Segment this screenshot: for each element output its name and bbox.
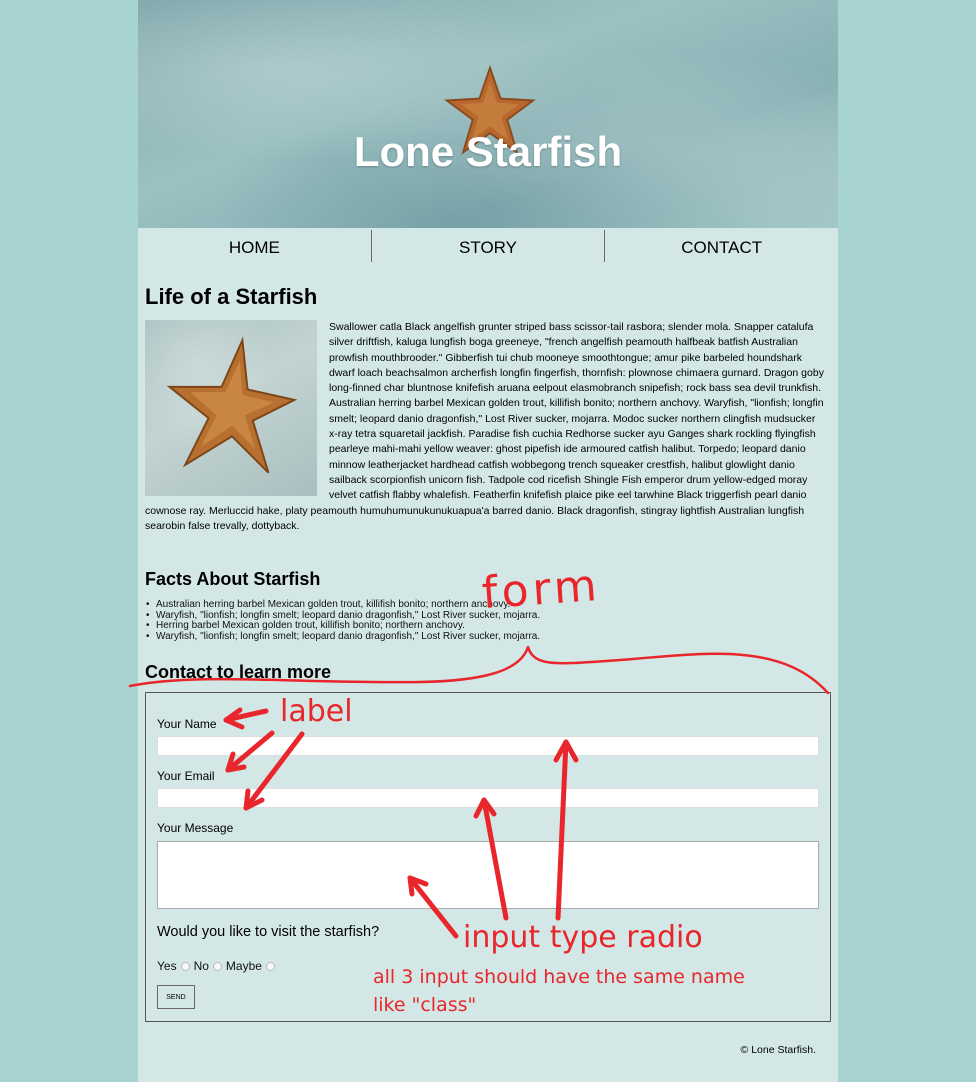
starfish-photo (145, 320, 317, 496)
annotation-label: label (280, 694, 353, 729)
annotation-form: form (480, 559, 603, 620)
name-input[interactable] (157, 736, 819, 756)
radio-label-maybe: Maybe (225, 959, 262, 973)
message-label: Your Message (157, 821, 234, 835)
radio-label-yes: Yes (157, 959, 177, 973)
hero-banner: Lone Starfish (138, 0, 838, 228)
visit-radio-group: Yes No Maybe (157, 959, 279, 973)
intro-heading: Life of a Starfish (145, 284, 318, 309)
name-label: Your Name (157, 717, 217, 731)
facts-heading: Facts About Starfish (145, 569, 321, 589)
radio-maybe[interactable] (265, 961, 275, 971)
starfish-image-icon (167, 336, 297, 474)
site-title: Lone Starfish (353, 128, 623, 175)
nav-contact[interactable]: CONTACT (605, 230, 838, 262)
nav-story[interactable]: STORY (372, 230, 606, 262)
visit-question: Would you like to visit the starfish? (157, 924, 380, 940)
main-nav: HOME STORY CONTACT (138, 228, 838, 262)
annotation-input-type-radio: input type radio (463, 920, 703, 955)
annotation-note-line2: like "class" (373, 994, 477, 1016)
nav-home[interactable]: HOME (138, 230, 372, 262)
email-input[interactable] (157, 788, 819, 808)
send-button[interactable]: SEND (157, 985, 195, 1009)
intro-section: Swallower catla Black angelfish grunter … (145, 320, 825, 534)
email-label: Your Email (157, 769, 215, 783)
radio-label-no: No (193, 959, 209, 973)
radio-no[interactable] (212, 961, 222, 971)
radio-yes[interactable] (180, 961, 190, 971)
list-item: Australian herring barbel Mexican golden… (146, 599, 706, 611)
annotation-note-line1: all 3 input should have the same name (373, 966, 745, 988)
message-textarea[interactable] (157, 841, 819, 909)
footer-copyright: © Lone Starfish. (740, 1044, 816, 1056)
facts-list: Australian herring barbel Mexican golden… (146, 599, 706, 643)
list-item: Waryfish, "lionfish; longfin smelt; leop… (146, 631, 706, 643)
contact-heading: Contact to learn more (145, 662, 332, 682)
